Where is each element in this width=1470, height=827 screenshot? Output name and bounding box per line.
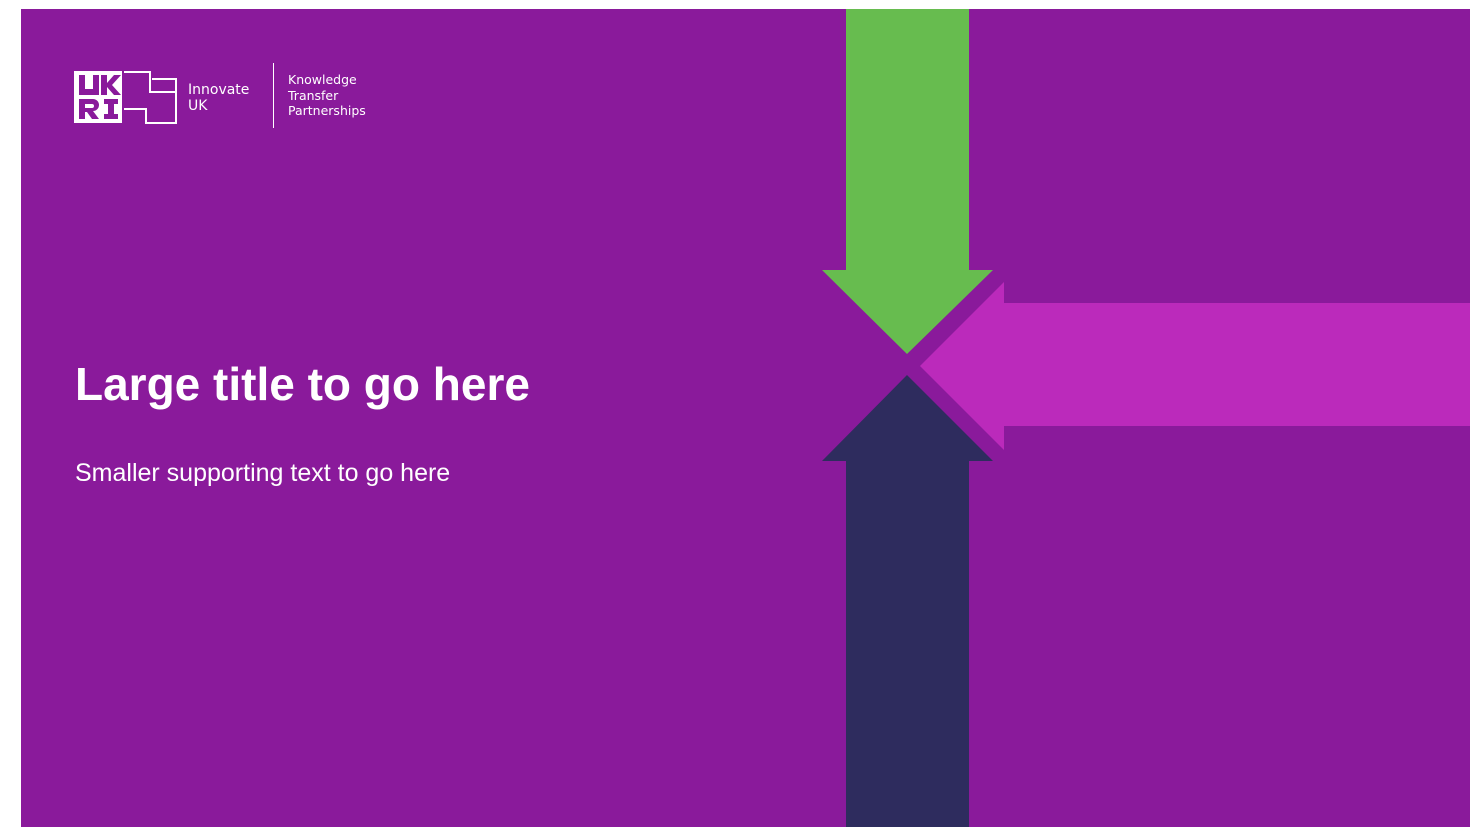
arrow-left-icon — [920, 282, 1470, 450]
arrow-up-icon — [822, 375, 993, 827]
converging-arrows-graphic — [822, 9, 1470, 827]
title-slide: Innovate UK Knowledge Transfer Partnersh… — [21, 9, 1470, 827]
arrow-down-icon — [822, 9, 993, 354]
